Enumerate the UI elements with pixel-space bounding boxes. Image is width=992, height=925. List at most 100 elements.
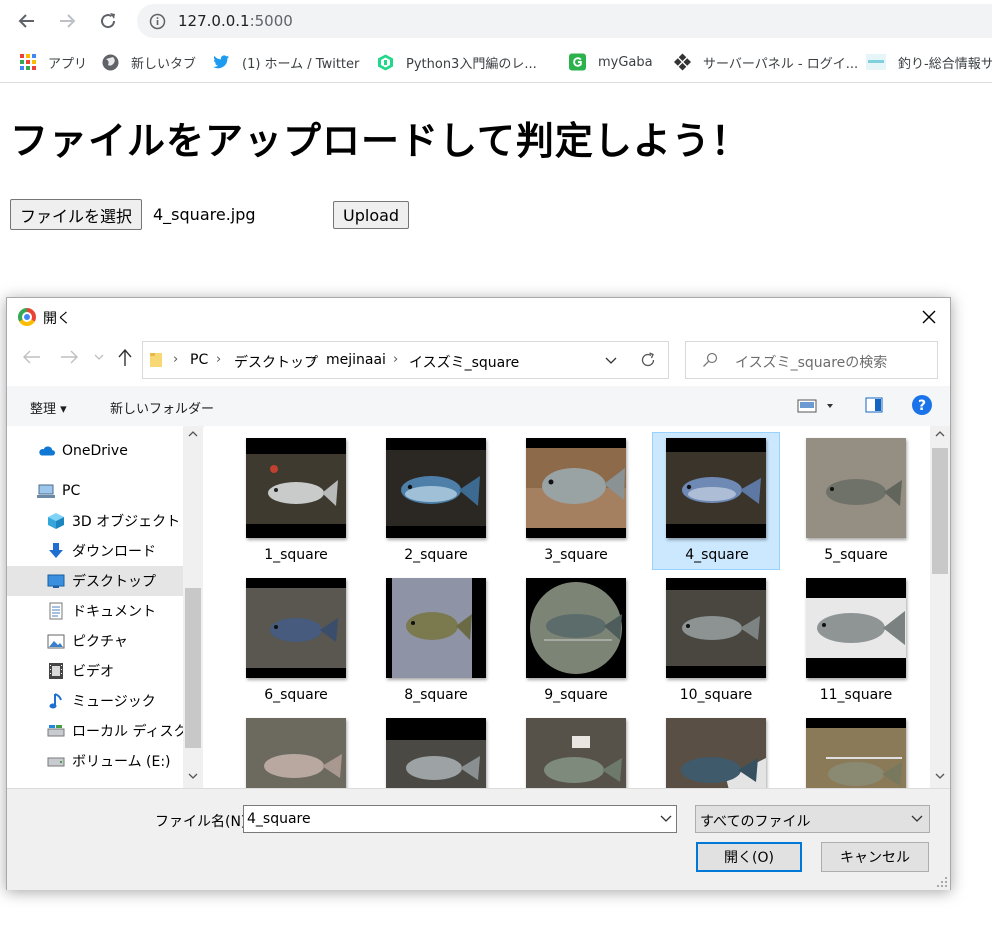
dialog-forward-button[interactable] (60, 350, 78, 364)
file-tile[interactable] (232, 712, 360, 788)
file-tile[interactable] (512, 712, 640, 788)
file-name: 11_square (819, 687, 893, 703)
file-grid-scrollbar[interactable] (930, 426, 950, 788)
nav-item-pictures[interactable]: ピクチャ (7, 626, 183, 656)
chevron-right-icon: › (216, 352, 222, 367)
file-tile[interactable]: 5_square (792, 432, 920, 570)
dialog-back-button[interactable] (23, 350, 41, 364)
organize-button[interactable]: 整理 ▾ (30, 398, 67, 417)
nav-item-downloads[interactable]: ダウンロード (7, 536, 183, 566)
3d-objects-icon (47, 512, 65, 530)
url-port: :5000 (249, 12, 293, 30)
nav-item-volume-e[interactable]: ボリューム (E:) (7, 746, 183, 776)
cancel-button[interactable]: キャンセル (821, 842, 929, 872)
bookmark-label: 釣り-総合情報サ (898, 56, 992, 72)
file-tile[interactable] (372, 712, 500, 788)
resize-grip-icon[interactable] (936, 876, 948, 888)
url-text: 127.0.0.1:5000 (178, 12, 293, 30)
fish-thumbnail (806, 438, 906, 538)
up-folder-button[interactable] (118, 349, 132, 367)
nav-scroll-thumb[interactable] (185, 588, 201, 748)
file-name: 3_square (544, 547, 608, 563)
refresh-button[interactable] (628, 341, 669, 379)
file-tile[interactable]: 8_square (372, 572, 500, 710)
choose-file-button[interactable]: ファイルを選択 (10, 199, 143, 230)
fish-thumbnail (246, 438, 346, 538)
bookmark-python3[interactable]: Python3入門編のレ... (377, 42, 537, 82)
forward-button[interactable] (53, 7, 81, 35)
reload-button[interactable] (94, 7, 122, 35)
info-icon (149, 13, 166, 34)
chosen-file-name: 4_square.jpg (153, 205, 256, 224)
nav-scrollbar[interactable] (183, 426, 203, 788)
breadcrumb-desktop[interactable]: デスクトップ (234, 352, 318, 372)
recent-locations-button[interactable] (94, 354, 104, 360)
file-tile-selected[interactable]: 4_square (652, 432, 780, 570)
view-options-button[interactable] (797, 398, 833, 414)
file-tile[interactable]: 1_square (232, 432, 360, 570)
bookmark-apps[interactable]: アプリ (19, 42, 87, 82)
bookmark-label: サーバーパネル - ログイ... (703, 56, 859, 72)
close-icon (922, 310, 936, 324)
dialog-close-button[interactable] (914, 302, 944, 332)
fish-thumbnail (246, 578, 346, 678)
scroll-up-icon (935, 431, 945, 437)
file-tile[interactable]: 11_square (792, 572, 920, 710)
file-tile[interactable]: 9_square (512, 572, 640, 710)
file-tile[interactable]: 2_square (372, 432, 500, 570)
bookmark-server-panel[interactable]: サーバーパネル - ログイ... (674, 42, 858, 82)
nav-item-documents[interactable]: ドキュメント (7, 596, 183, 626)
breadcrumb-pc[interactable]: PC (190, 352, 208, 368)
file-tile[interactable] (792, 712, 920, 788)
pycharm-icon (377, 54, 394, 71)
file-grid-scroll-thumb[interactable] (932, 448, 948, 574)
document-icon (47, 602, 65, 620)
chevron-right-icon: › (173, 352, 179, 367)
breadcrumb-mejinaai[interactable]: mejinaai (326, 352, 386, 368)
file-tile[interactable] (652, 712, 780, 788)
nav-item-label: ピクチャ (72, 634, 128, 650)
nav-item-music[interactable]: ミュージック (7, 686, 183, 716)
bookmark-twitter[interactable]: (1) ホーム / Twitter (213, 42, 359, 82)
help-button[interactable]: ? (911, 394, 933, 416)
file-name: 10_square (679, 687, 753, 703)
nav-item-label: PC (62, 483, 81, 499)
volume-drive-icon (47, 752, 65, 770)
fish-thumbnail (666, 578, 766, 678)
path-dropdown-button[interactable] (601, 350, 621, 370)
nav-item-desktop[interactable]: デスクトップ (7, 566, 183, 596)
file-name: 1_square (264, 547, 328, 563)
nav-item-3d-objects[interactable]: 3D オブジェクト (7, 506, 183, 536)
bookmark-label: Python3入門編のレ... (406, 56, 537, 72)
filename-input[interactable]: 4_square (243, 805, 677, 833)
upload-button[interactable]: Upload (333, 201, 410, 229)
new-folder-button[interactable]: 新しいフォルダー (110, 398, 214, 417)
file-tile[interactable]: 3_square (512, 432, 640, 570)
nav-item-pc[interactable]: PC (7, 476, 183, 506)
back-button[interactable] (13, 7, 41, 35)
scroll-up-icon (188, 431, 198, 437)
nav-item-label: 3D オブジェクト (72, 514, 181, 530)
breadcrumb-isuzumi-square[interactable]: イスズミ_square (409, 352, 519, 372)
dialog-search-input[interactable]: イスズミ_squareの検索 (685, 341, 938, 379)
scroll-down-icon (188, 773, 198, 779)
file-tile[interactable]: 10_square (652, 572, 780, 710)
chevron-down-icon[interactable] (660, 812, 672, 824)
fish-thumbnail (526, 578, 626, 678)
filetype-select[interactable]: すべてのファイル (695, 805, 930, 833)
nav-item-label: ボリューム (E:) (72, 754, 171, 770)
preview-pane-button[interactable] (865, 397, 883, 413)
address-bar[interactable]: 127.0.0.1:5000 (137, 4, 992, 38)
bookmark-fishing[interactable]: 釣り-総合情報サ (866, 42, 992, 82)
reload-icon (101, 13, 116, 29)
bookmark-new-tab[interactable]: 新しいタブ (102, 42, 196, 82)
path-bar[interactable]: › PC › デスクトップ › mejinaai › イスズミ_square (142, 341, 630, 379)
file-name: 2_square (404, 547, 468, 563)
nav-item-onedrive[interactable]: OneDrive (7, 436, 183, 466)
file-tile[interactable]: 6_square (232, 572, 360, 710)
nav-item-local-disk[interactable]: ローカル ディスク (C (7, 716, 203, 746)
open-button[interactable]: 開く(O) (696, 842, 802, 872)
dialog-address-row: › PC › デスクトップ › mejinaai › イスズミ_square イ… (7, 336, 950, 386)
bookmark-mygaba[interactable]: myGaba (569, 42, 653, 82)
nav-item-videos[interactable]: ビデオ (7, 656, 183, 686)
